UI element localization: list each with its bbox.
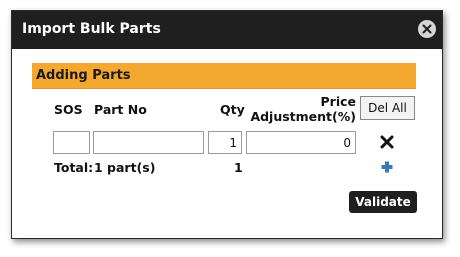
- total-label: Total:: [54, 160, 94, 175]
- price-adjustment-input[interactable]: [246, 131, 356, 154]
- column-header-sos: SOS: [54, 102, 83, 117]
- column-header-qty: Qty: [220, 102, 245, 117]
- sos-input[interactable]: [53, 131, 90, 154]
- adding-parts-header: Adding Parts: [32, 63, 416, 89]
- column-header-price-adjustment: Price Adjustment(%): [248, 94, 356, 124]
- close-button[interactable]: [418, 20, 436, 38]
- total-qty: 1: [234, 160, 243, 175]
- price-header-line2: Adjustment(%): [250, 109, 356, 124]
- x-icon[interactable]: [379, 134, 395, 150]
- section-title: Adding Parts: [36, 68, 131, 83]
- plus-icon[interactable]: [380, 160, 394, 174]
- dialog-titlebar: Import Bulk Parts: [12, 11, 442, 49]
- del-all-button[interactable]: Del All: [360, 96, 415, 120]
- import-bulk-parts-dialog: Import Bulk Parts Adding Parts SOS Part …: [11, 10, 443, 239]
- close-icon: [422, 24, 432, 34]
- total-value: 1 part(s): [94, 160, 156, 175]
- column-header-part-no: Part No: [94, 102, 147, 117]
- qty-input[interactable]: [208, 131, 242, 154]
- dialog-title: Import Bulk Parts: [22, 21, 161, 37]
- validate-button[interactable]: Validate: [349, 191, 417, 213]
- part-no-input[interactable]: [93, 131, 204, 154]
- price-header-line1: Price: [320, 94, 357, 109]
